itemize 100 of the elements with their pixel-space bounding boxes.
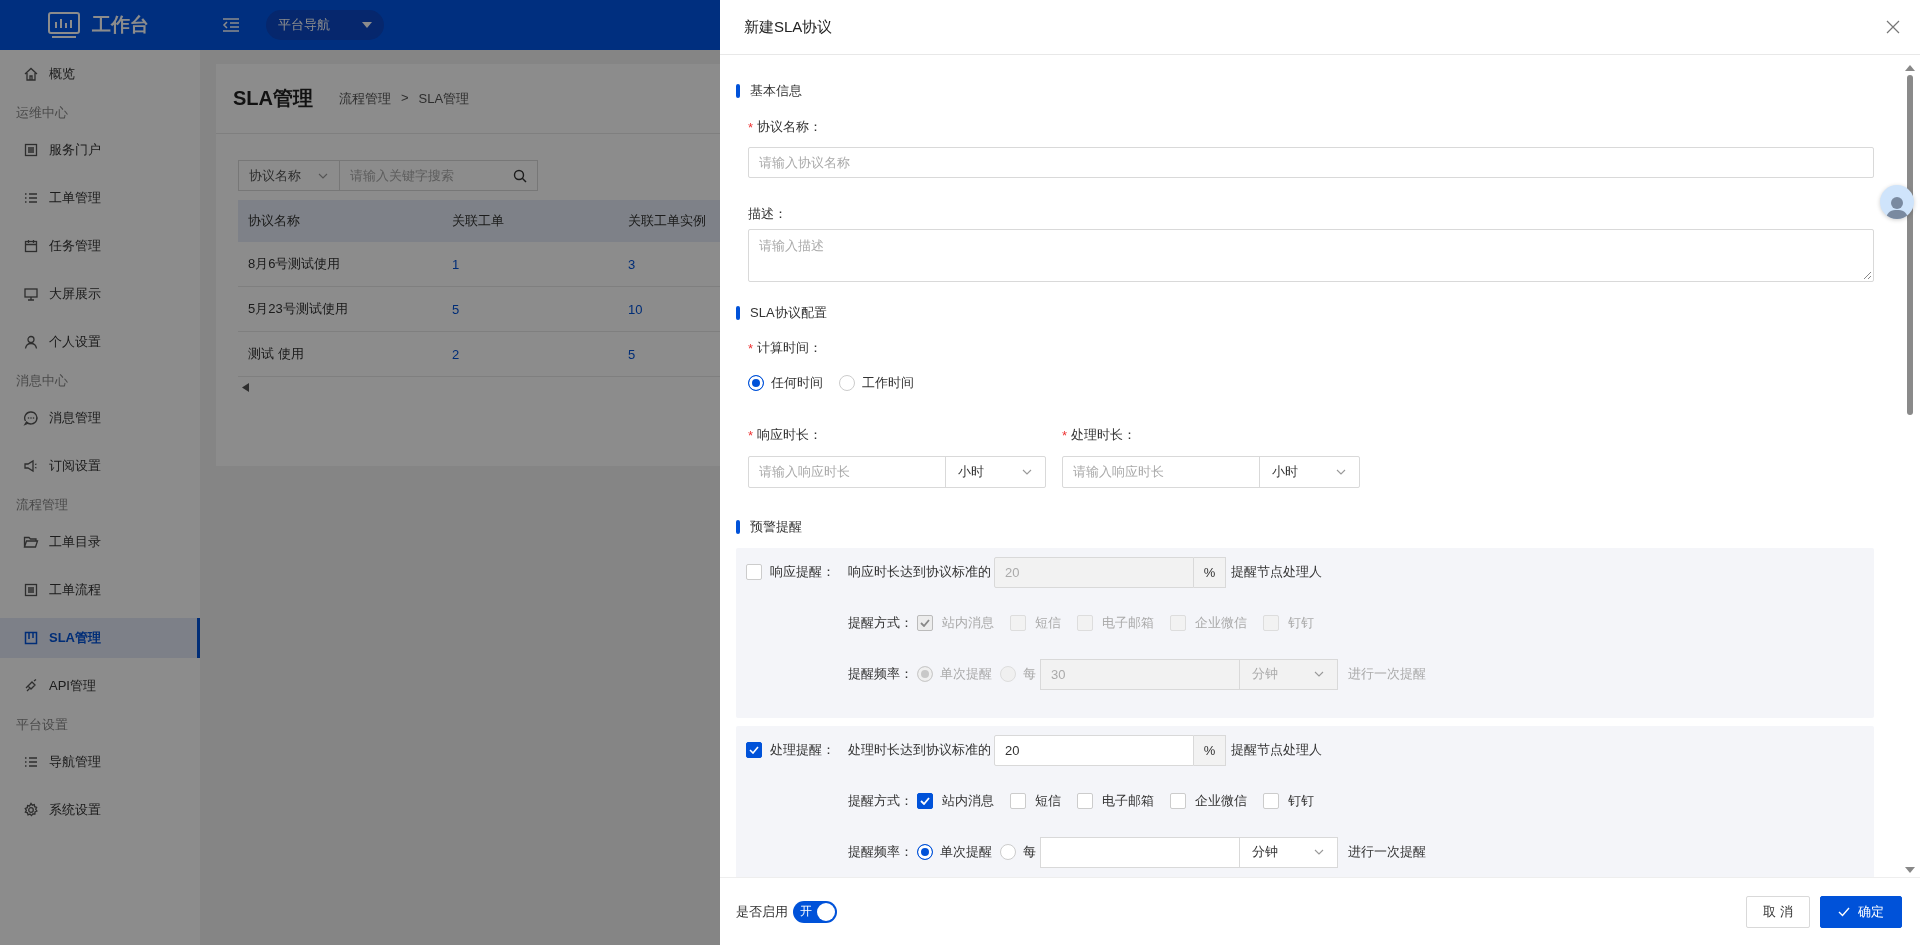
checkbox-option[interactable]: 短信 <box>1010 792 1061 810</box>
resize-handle-icon <box>1863 271 1871 279</box>
field-label: 处理时长： <box>1071 426 1137 444</box>
alert-target-text: 提醒节点处理人 <box>1231 563 1322 581</box>
table-link[interactable]: 1 <box>442 256 618 272</box>
list-icon <box>23 754 39 770</box>
table-link[interactable]: 5 <box>618 346 636 362</box>
required-mark: * <box>1062 427 1068 443</box>
sidebar-item[interactable]: 工单目录 <box>0 522 200 562</box>
field-label: 提醒频率： <box>848 843 913 861</box>
table-link[interactable]: 10 <box>618 301 643 317</box>
sidebar-item[interactable]: 消息管理 <box>0 398 200 438</box>
board-icon <box>23 630 39 646</box>
chat-icon <box>23 410 39 426</box>
sidebar-item[interactable]: 订阅设置 <box>0 446 200 486</box>
scroll-left-arrow-icon[interactable] <box>242 383 249 392</box>
check-icon <box>920 797 930 805</box>
alert-condition-text: 处理时长达到协议标准的 <box>848 741 991 759</box>
interval-suffix-text: 进行一次提醒 <box>1348 843 1426 861</box>
interval-input[interactable] <box>1040 836 1240 868</box>
scrollbar-thumb[interactable] <box>1907 75 1913 415</box>
sidebar-item[interactable]: 系统设置 <box>0 790 200 830</box>
checkbox-option[interactable]: 钉钉 <box>1263 792 1314 810</box>
field-label: 提醒频率： <box>848 665 913 683</box>
sidebar-group-label: 平台设置 <box>15 716 69 734</box>
required-mark: * <box>748 427 754 443</box>
link-icon <box>23 678 39 694</box>
interval-unit-select[interactable]: 分钟 <box>1240 836 1338 868</box>
column-header: 协议名称 <box>247 212 301 230</box>
radio-option[interactable]: 任何时间 <box>748 374 823 392</box>
field-label: 协议名称： <box>757 118 823 136</box>
close-button[interactable] <box>1884 18 1902 36</box>
sidebar-item[interactable]: 大屏展示 <box>0 274 200 314</box>
sidebar-item[interactable]: API管理 <box>0 666 200 706</box>
table-cell-text: 5月23号测试使用 <box>247 300 349 318</box>
sidebar-item[interactable]: 任务管理 <box>0 226 200 266</box>
breadcrumb-item[interactable]: 流程管理 <box>339 89 391 108</box>
sidebar-group-label: 消息中心 <box>15 372 69 390</box>
table-link[interactable]: 3 <box>618 256 636 272</box>
scroll-up-arrow-icon <box>1905 65 1915 71</box>
sidebar-item[interactable]: 工单管理 <box>0 178 200 218</box>
breadcrumb-separator: > <box>401 89 409 107</box>
bar-chart-icon <box>48 12 80 38</box>
section-title: 预警提醒 <box>750 518 802 536</box>
checkbox-option[interactable]: 站内消息 <box>917 792 994 810</box>
close-icon <box>1886 20 1900 34</box>
section-marker <box>736 520 740 534</box>
column-header: 关联工单 <box>451 212 505 230</box>
sidebar-group-label: 流程管理 <box>15 496 69 514</box>
app-title: 工作台 <box>92 13 149 37</box>
check-icon <box>749 746 759 754</box>
field-label: 响应时长： <box>757 426 823 444</box>
alert-condition-text: 响应时长达到协议标准的 <box>848 563 991 581</box>
table-link[interactable]: 5 <box>442 301 618 317</box>
radio-option[interactable]: 单次提醒 <box>917 843 992 861</box>
field-label: 提醒方式： <box>848 792 913 810</box>
sidebar-item[interactable]: 导航管理 <box>0 742 200 782</box>
sidebar-item[interactable]: 个人设置 <box>0 322 200 362</box>
settings-icon <box>23 802 39 818</box>
document-icon <box>23 142 39 158</box>
breadcrumb-item: SLA管理 <box>418 89 470 108</box>
radio-option[interactable]: 每 <box>1000 843 1036 861</box>
caret-down-icon <box>362 22 372 28</box>
field-label: 描述： <box>748 205 787 223</box>
document-icon <box>23 582 39 598</box>
sidebar-group-label: 运维中心 <box>15 104 69 122</box>
percent-unit: % <box>1194 556 1226 588</box>
check-icon <box>920 619 930 627</box>
scroll-down-arrow-icon <box>1905 867 1915 873</box>
sidebar-item[interactable]: 工单流程 <box>0 570 200 610</box>
table-link[interactable]: 2 <box>442 346 618 362</box>
sidebar-item[interactable]: 概览 <box>0 54 200 94</box>
list-icon <box>23 190 39 206</box>
column-header: 关联工单实例 <box>627 212 706 230</box>
sidebar-item[interactable]: SLA管理 <box>0 618 200 658</box>
nav-dropdown[interactable]: 平台导航 <box>266 10 384 40</box>
alert-label: 响应提醒： <box>770 563 836 581</box>
checkbox[interactable] <box>746 742 762 758</box>
field-label: 计算时间： <box>757 339 823 357</box>
table-cell-text: 8月6号测试使用 <box>247 255 342 273</box>
alert-target-text: 提醒节点处理人 <box>1231 741 1322 759</box>
table-cell-text: 测试 使用 <box>247 345 305 363</box>
confirm-button[interactable]: 确定 <box>1820 895 1902 928</box>
checkbox-option[interactable]: 电子邮箱 <box>1077 792 1154 810</box>
field-label: 提醒方式： <box>848 614 913 632</box>
sidebar-item[interactable]: 服务门户 <box>0 130 200 170</box>
avatar[interactable] <box>1880 185 1914 219</box>
radio-option[interactable]: 工作时间 <box>839 374 914 392</box>
checkbox-option[interactable]: 企业微信 <box>1170 792 1247 810</box>
toggle-switch[interactable]: 开 <box>793 900 837 923</box>
page-title: SLA管理 <box>233 86 313 111</box>
check-icon <box>1838 906 1850 917</box>
percent-unit: % <box>1194 734 1226 766</box>
percent-input[interactable]: 20 <box>994 734 1194 766</box>
home-icon <box>23 66 39 82</box>
menu-fold-icon[interactable] <box>222 17 240 33</box>
user-icon <box>23 334 39 350</box>
section-marker <box>736 84 740 98</box>
cancel-button[interactable]: 取 消 <box>1746 895 1810 928</box>
speaker-icon <box>23 458 39 474</box>
